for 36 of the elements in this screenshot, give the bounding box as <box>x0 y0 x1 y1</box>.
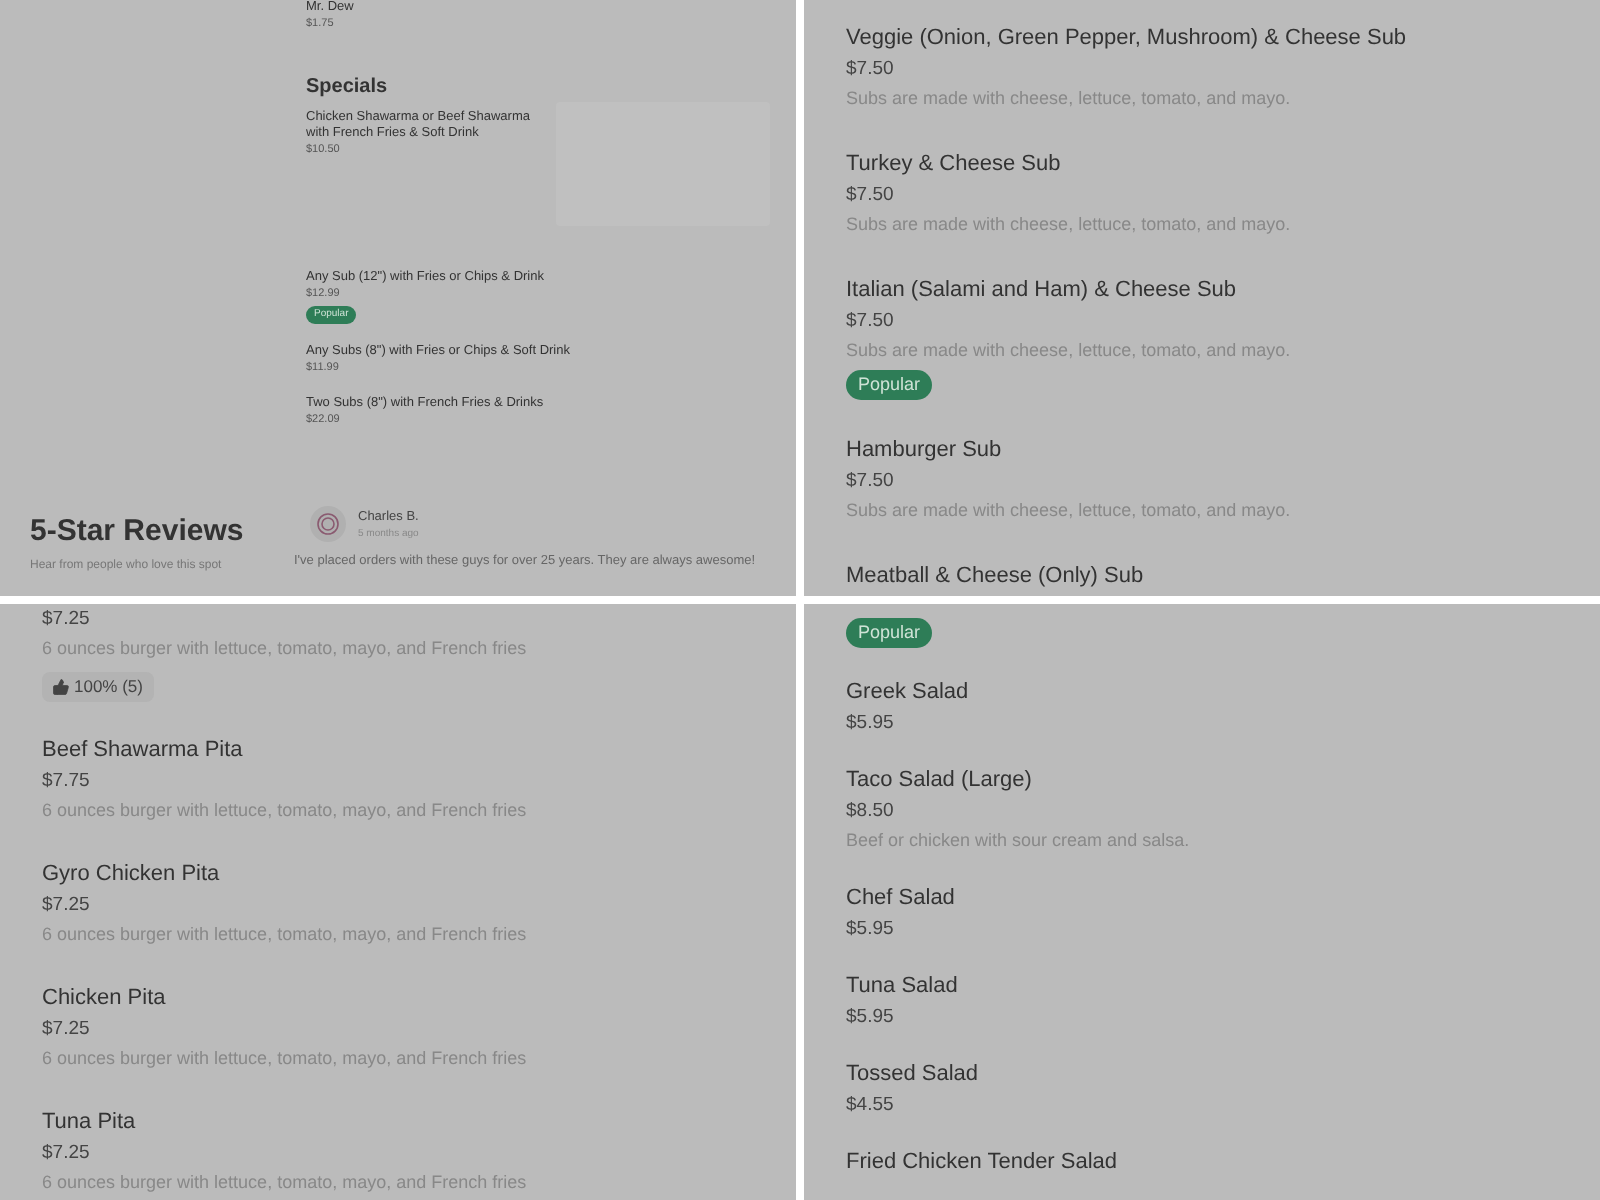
item-price: $8.50 <box>846 798 896 826</box>
item-name: Beef Shawarma Pita <box>42 736 245 766</box>
popular-badge: Popular <box>846 370 933 400</box>
avatar-icon <box>310 506 346 542</box>
item-price: $7.25 <box>42 892 92 920</box>
item-price: $5.95 <box>846 1004 896 1032</box>
item-name: Taco Salad (Large) <box>846 766 1034 796</box>
thumbs-up-icon <box>52 678 70 696</box>
item-price: $7.50 <box>846 468 896 496</box>
item-price: $7.25 <box>42 1140 92 1168</box>
item-name: Turkey & Cheese Sub <box>846 150 1063 180</box>
item-price: $4.55 <box>846 1092 896 1120</box>
item-name: Hamburger Sub <box>846 436 1004 466</box>
section-title: Specials <box>306 76 390 98</box>
item-name: Gyro Chicken Pita <box>42 860 222 890</box>
item-name: Tossed Salad <box>846 1060 981 1090</box>
item-price: $5.95 <box>846 710 896 738</box>
item-price: $7.75 <box>42 768 92 796</box>
item-name: Greek Salad <box>846 678 971 708</box>
item-name: Tuna Pita <box>42 1108 138 1138</box>
popular-badge: Popular <box>846 618 933 648</box>
section-title: 5-Star Reviews <box>30 514 246 548</box>
item-name: Chicken Pita <box>42 984 168 1014</box>
item-price: $5.95 <box>846 916 896 944</box>
item-price: $7.50 <box>846 182 896 210</box>
rating-tag: 100% (5) <box>42 672 153 702</box>
item-price: $7.50 <box>846 56 896 84</box>
item-price: $7.25 <box>42 606 92 634</box>
item-name: Tuna Salad <box>846 972 960 1002</box>
item-name: Chef Salad <box>846 884 957 914</box>
item-name: Italian (Salami and Ham) & Cheese Sub <box>846 276 1239 306</box>
item-name: Fried Chicken Tender Salad <box>846 1148 1120 1178</box>
item-name: Veggie (Onion, Green Pepper, Mushroom) & Cheese Sub <box>846 24 1409 54</box>
item-price: $7.25 <box>42 1016 92 1044</box>
item-price: $7.50 <box>846 308 896 336</box>
item-name: Meatball & Cheese (Only) Sub <box>846 562 1146 592</box>
